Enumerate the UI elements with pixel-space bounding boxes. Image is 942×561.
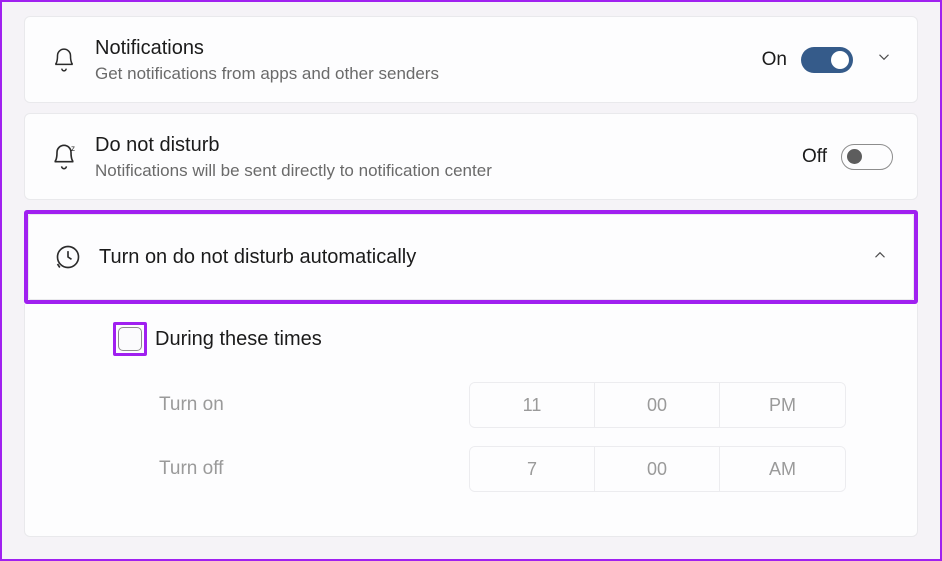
notifications-row[interactable]: Notifications Get notifications from app… [24, 16, 918, 103]
dnd-bell-icon: z [43, 143, 85, 171]
checkbox-highlight [113, 322, 147, 356]
turn-off-row: Turn off 7 00 AM [113, 446, 893, 492]
auto-dnd-row[interactable]: Turn on do not disturb automatically [28, 214, 914, 300]
during-times-row: During these times [113, 322, 893, 356]
during-times-label: During these times [155, 328, 322, 351]
dnd-subtitle: Notifications will be sent directly to n… [95, 161, 802, 181]
chevron-up-icon[interactable] [871, 246, 889, 269]
turn-on-time-picker[interactable]: 11 00 PM [469, 382, 846, 428]
auto-dnd-highlight: Turn on do not disturb automatically [24, 210, 918, 304]
turn-on-ampm[interactable]: PM [720, 383, 845, 427]
turn-on-label: Turn on [159, 394, 469, 416]
auto-dnd-body: During these times Turn on 11 00 PM Turn… [24, 304, 918, 537]
chevron-down-icon[interactable] [875, 48, 893, 71]
turn-on-row: Turn on 11 00 PM [113, 382, 893, 428]
notifications-title: Notifications [95, 35, 762, 62]
turn-off-time-picker[interactable]: 7 00 AM [469, 446, 846, 492]
dnd-title: Do not disturb [95, 132, 802, 159]
svg-text:z: z [71, 144, 75, 153]
notifications-state-label: On [762, 49, 787, 71]
turn-off-minute[interactable]: 00 [595, 447, 720, 491]
notifications-subtitle: Get notifications from apps and other se… [95, 64, 762, 84]
turn-off-label: Turn off [159, 458, 469, 480]
dnd-row[interactable]: z Do not disturb Notifications will be s… [24, 113, 918, 200]
turn-on-minute[interactable]: 00 [595, 383, 720, 427]
clock-icon [47, 243, 89, 271]
turn-off-hour[interactable]: 7 [470, 447, 595, 491]
during-times-checkbox[interactable] [118, 327, 142, 351]
turn-on-hour[interactable]: 11 [470, 383, 595, 427]
auto-dnd-text: Turn on do not disturb automatically [99, 244, 849, 271]
dnd-toggle[interactable] [841, 144, 893, 170]
dnd-state-label: Off [802, 146, 827, 168]
bell-icon [43, 47, 85, 73]
auto-dnd-title: Turn on do not disturb automatically [99, 244, 849, 271]
notifications-text: Notifications Get notifications from app… [95, 35, 762, 84]
turn-off-ampm[interactable]: AM [720, 447, 845, 491]
dnd-text: Do not disturb Notifications will be sen… [95, 132, 802, 181]
notifications-toggle[interactable] [801, 47, 853, 73]
